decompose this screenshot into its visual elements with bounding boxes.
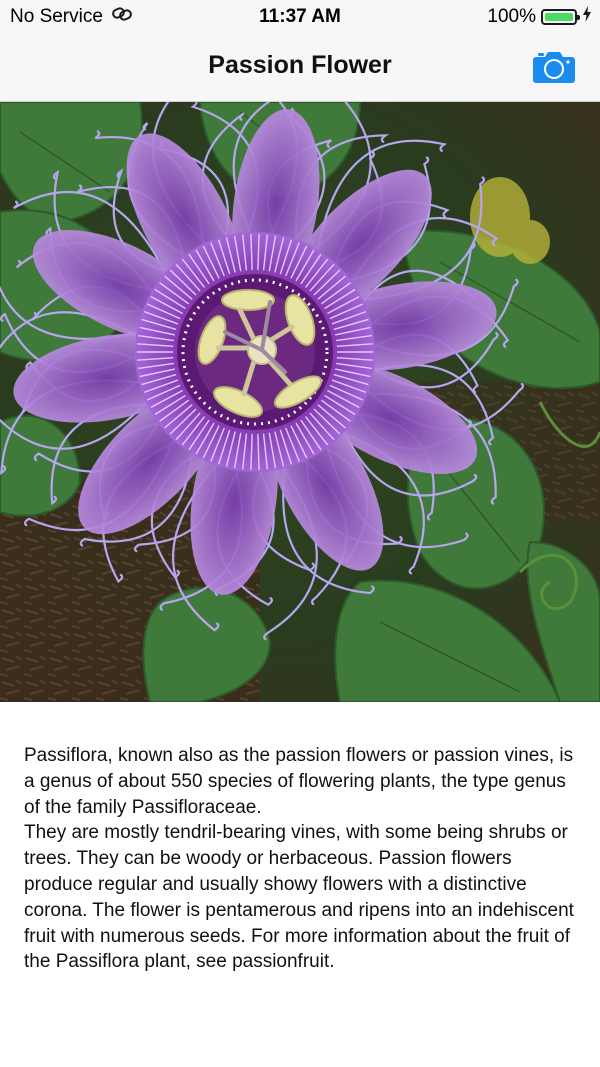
battery-icon: [541, 9, 580, 25]
battery-nub: [577, 15, 580, 20]
passion-flower-photo: [0, 102, 600, 702]
camera-icon: [533, 52, 575, 83]
status-right: 100%: [487, 6, 592, 28]
battery-fill: [545, 13, 573, 21]
flower-description: Passiflora, known also as the passion fl…: [24, 745, 574, 973]
screen: No Service 11:37 AM 100% Passion Flower …: [0, 0, 600, 1067]
charging-bolt-icon: [582, 6, 592, 28]
navigation-bar: Passion Flower: [0, 34, 600, 102]
status-bar: No Service 11:37 AM 100%: [0, 0, 600, 34]
page-title: Passion Flower: [208, 51, 392, 79]
camera-button[interactable]: [532, 49, 576, 85]
battery-percent: 100%: [487, 6, 536, 27]
